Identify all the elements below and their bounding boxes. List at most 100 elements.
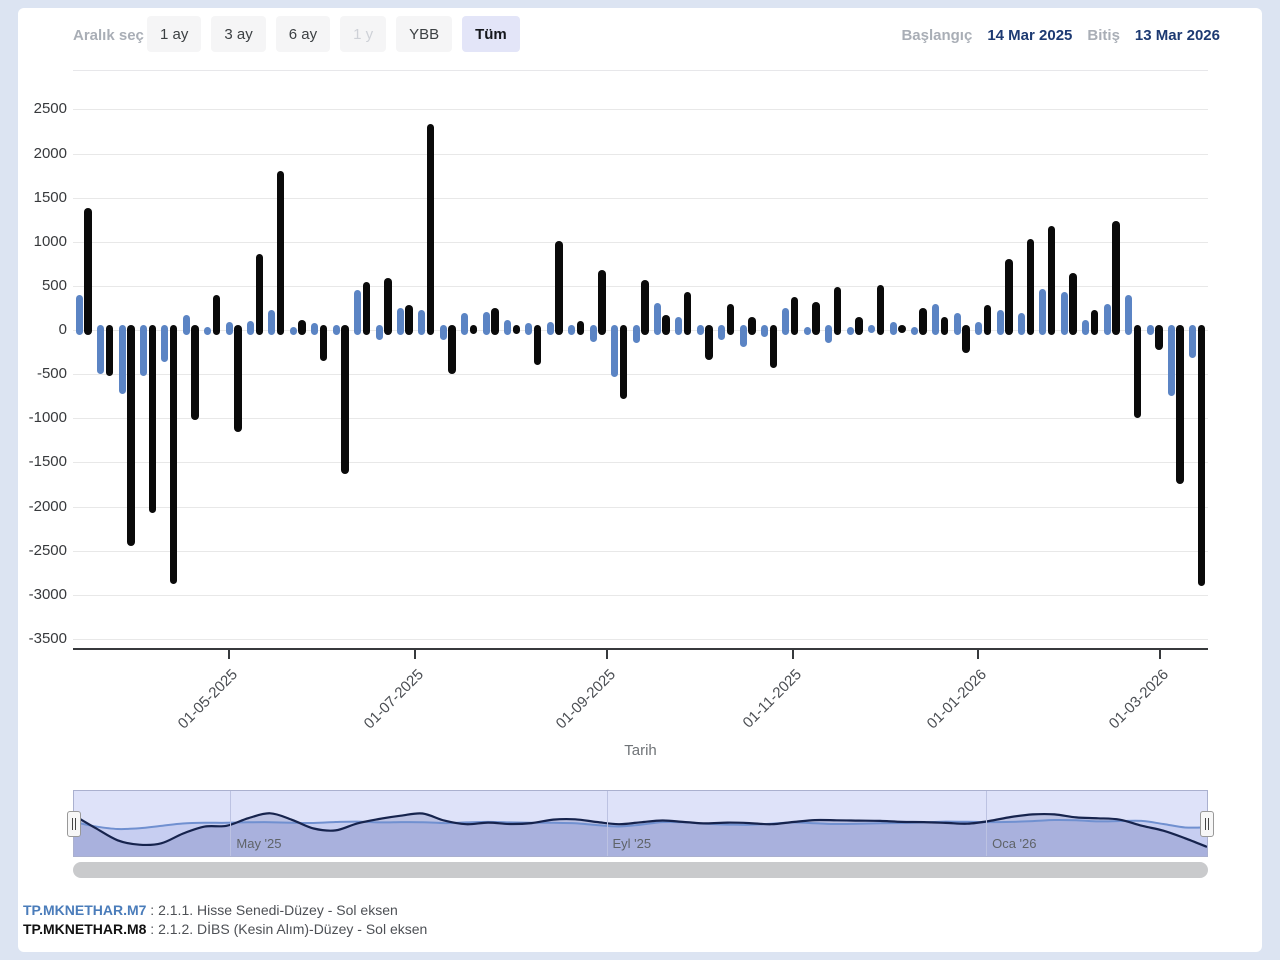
bar-tp-mknethar-m8-13-06-2025[interactable] [363,282,371,336]
bar-tp-mknethar-m7-16-05-2025[interactable] [268,310,275,335]
bar-tp-mknethar-m7-13-06-2025[interactable] [354,290,361,335]
navigator[interactable]: May '25Eyl '25Oca '26 [73,790,1208,857]
bar-tp-mknethar-m7-18-07-2025[interactable] [461,313,468,335]
bar-tp-mknethar-m8-02-05-2025[interactable] [234,325,242,432]
bar-tp-mknethar-m8-05-09-2025[interactable] [620,325,628,399]
navigator-scrollbar[interactable] [73,862,1208,878]
range-button-3-ay[interactable]: 3 ay [211,16,265,52]
bar-tp-mknethar-m8-14-03-2025[interactable] [84,208,92,335]
bar-tp-mknethar-m8-06-03-2026[interactable] [1176,325,1184,484]
bar-tp-mknethar-m7-30-01-2026[interactable] [1061,292,1068,335]
bar-tp-mknethar-m8-23-05-2025[interactable] [298,320,306,335]
bar-tp-mknethar-m8-23-01-2026[interactable] [1048,226,1056,335]
bar-tp-mknethar-m7-06-02-2026[interactable] [1082,320,1089,335]
bar-tp-mknethar-m7-11-04-2025[interactable] [161,325,168,362]
bar-tp-mknethar-m7-13-03-2026[interactable] [1189,325,1196,358]
bar-tp-mknethar-m8-26-09-2025[interactable] [684,292,692,335]
range-button-t-m[interactable]: Tüm [462,16,520,52]
bar-tp-mknethar-m7-19-09-2025[interactable] [654,303,661,335]
bar-tp-mknethar-m8-13-03-2026[interactable] [1198,325,1206,586]
bar-tp-mknethar-m7-20-02-2026[interactable] [1125,295,1132,335]
bar-tp-mknethar-m8-21-11-2025[interactable] [855,317,863,335]
bar-tp-mknethar-m7-08-08-2025[interactable] [525,323,532,335]
bar-tp-mknethar-m8-07-11-2025[interactable] [812,302,820,335]
bar-tp-mknethar-m8-14-11-2025[interactable] [834,287,842,335]
bar-tp-mknethar-m7-14-03-2025[interactable] [76,295,83,335]
bar-tp-mknethar-m8-12-09-2025[interactable] [641,280,649,335]
bar-tp-mknethar-m8-09-05-2025[interactable] [256,254,264,335]
bar-tp-mknethar-m7-25-04-2025[interactable] [204,327,211,335]
bar-tp-mknethar-m7-04-07-2025[interactable] [418,310,425,335]
bar-tp-mknethar-m7-23-05-2025[interactable] [290,327,297,335]
bar-tp-mknethar-m8-03-10-2025[interactable] [705,325,713,360]
bar-tp-mknethar-m7-31-10-2025[interactable] [782,308,789,335]
bar-tp-mknethar-m7-22-08-2025[interactable] [568,325,575,335]
bar-tp-mknethar-m7-29-08-2025[interactable] [590,325,597,342]
bar-tp-mknethar-m7-21-11-2025[interactable] [847,327,854,336]
bar-tp-mknethar-m8-19-12-2025[interactable] [941,317,949,335]
range-button-1-y[interactable]: 1 y [340,16,386,52]
bar-tp-mknethar-m7-09-05-2025[interactable] [247,321,254,335]
navigator-left-handle[interactable] [67,811,81,837]
bar-tp-mknethar-m7-01-08-2025[interactable] [504,320,511,335]
bar-tp-mknethar-m7-28-03-2025[interactable] [119,325,126,394]
bar-tp-mknethar-m7-11-07-2025[interactable] [440,325,447,340]
bar-tp-mknethar-m8-25-04-2025[interactable] [213,295,221,335]
bar-tp-mknethar-m7-19-12-2025[interactable] [932,304,939,336]
bar-tp-mknethar-m7-02-01-2026[interactable] [975,322,982,335]
bar-tp-mknethar-m7-17-10-2025[interactable] [740,325,747,347]
navigator-right-handle[interactable] [1200,811,1214,837]
bar-tp-mknethar-m7-14-11-2025[interactable] [825,325,832,343]
bar-tp-mknethar-m8-04-04-2025[interactable] [149,325,157,513]
bar-tp-mknethar-m8-17-10-2025[interactable] [748,317,756,335]
bar-tp-mknethar-m7-16-01-2026[interactable] [1018,313,1025,335]
bar-tp-mknethar-m8-18-07-2025[interactable] [470,325,478,334]
bar-tp-mknethar-m7-09-01-2026[interactable] [997,310,1004,335]
bar-tp-mknethar-m7-06-03-2026[interactable] [1168,325,1175,396]
bar-tp-mknethar-m8-09-01-2026[interactable] [1005,259,1013,335]
bar-tp-mknethar-m7-02-05-2025[interactable] [226,322,233,335]
start-date-value[interactable]: 14 Mar 2025 [987,27,1072,44]
bar-tp-mknethar-m8-04-07-2025[interactable] [427,124,435,335]
end-date-value[interactable]: 13 Mar 2026 [1135,27,1220,44]
bar-tp-mknethar-m7-03-10-2025[interactable] [697,325,704,335]
bar-tp-mknethar-m7-18-04-2025[interactable] [183,315,190,335]
bar-tp-mknethar-m7-30-05-2025[interactable] [311,323,318,335]
bar-tp-mknethar-m8-05-12-2025[interactable] [898,325,906,333]
bar-tp-mknethar-m8-30-05-2025[interactable] [320,325,328,361]
bar-tp-mknethar-m8-08-08-2025[interactable] [534,325,542,365]
bar-tp-mknethar-m7-04-04-2025[interactable] [140,325,147,376]
bar-tp-mknethar-m8-31-10-2025[interactable] [791,297,799,336]
bar-tp-mknethar-m7-28-11-2025[interactable] [868,325,875,333]
bar-tp-mknethar-m7-12-09-2025[interactable] [633,325,640,343]
bar-tp-mknethar-m7-13-02-2026[interactable] [1104,304,1111,336]
range-button-1-ay[interactable]: 1 ay [147,16,201,52]
bar-tp-mknethar-m8-28-03-2025[interactable] [127,325,135,546]
bar-tp-mknethar-m8-10-10-2025[interactable] [727,304,735,336]
bar-tp-mknethar-m8-06-02-2026[interactable] [1091,310,1099,335]
bar-tp-mknethar-m8-18-04-2025[interactable] [191,325,199,420]
bar-tp-mknethar-m7-15-08-2025[interactable] [547,322,554,335]
bar-tp-mknethar-m8-26-12-2025[interactable] [962,325,970,353]
bar-tp-mknethar-m8-22-08-2025[interactable] [577,321,585,335]
bar-tp-mknethar-m8-16-01-2026[interactable] [1027,239,1035,335]
bar-tp-mknethar-m8-24-10-2025[interactable] [770,325,778,368]
bar-tp-mknethar-m7-05-09-2025[interactable] [611,325,618,377]
bar-tp-mknethar-m8-06-06-2025[interactable] [341,325,349,474]
bar-tp-mknethar-m8-20-02-2026[interactable] [1134,325,1142,418]
bar-tp-mknethar-m8-02-01-2026[interactable] [984,305,992,335]
bar-tp-mknethar-m8-30-01-2026[interactable] [1069,273,1077,335]
bar-tp-mknethar-m7-07-11-2025[interactable] [804,327,811,335]
range-button-ybb[interactable]: YBB [396,16,452,52]
bar-tp-mknethar-m8-25-07-2025[interactable] [491,308,499,335]
bar-tp-mknethar-m8-11-04-2025[interactable] [170,325,178,584]
bar-tp-mknethar-m8-11-07-2025[interactable] [448,325,456,374]
bar-tp-mknethar-m7-23-01-2026[interactable] [1039,289,1046,336]
bar-tp-mknethar-m8-27-06-2025[interactable] [405,305,413,335]
range-button-6-ay[interactable]: 6 ay [276,16,330,52]
bar-tp-mknethar-m7-27-02-2026[interactable] [1147,325,1154,335]
bar-tp-mknethar-m7-21-03-2025[interactable] [97,325,104,374]
bar-tp-mknethar-m7-26-09-2025[interactable] [675,317,682,335]
bar-tp-mknethar-m8-12-12-2025[interactable] [919,308,927,335]
bar-tp-mknethar-m8-28-11-2025[interactable] [877,285,885,335]
